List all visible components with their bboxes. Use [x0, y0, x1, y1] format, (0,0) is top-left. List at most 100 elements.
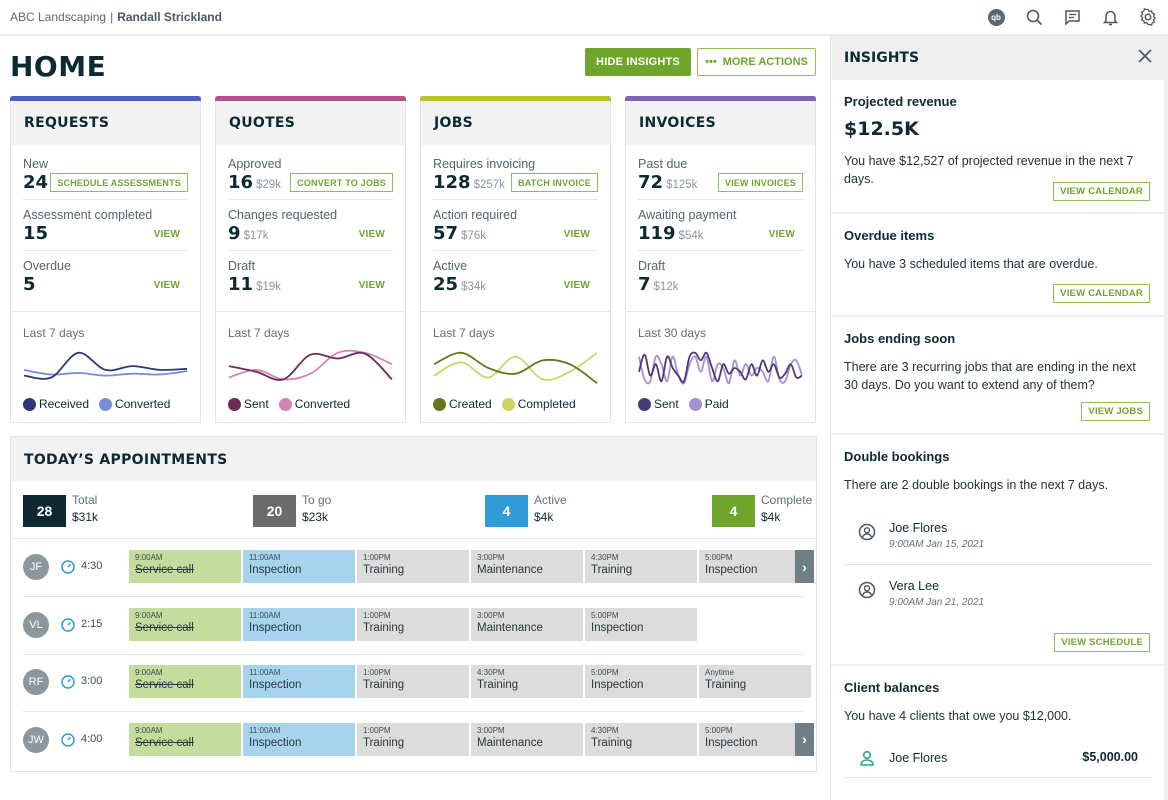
stat-active[interactable]: 4 Active $4k	[485, 493, 567, 527]
view-calendar-button[interactable]: VIEW CALENDAR	[1053, 182, 1150, 201]
appointment-slot[interactable]: 1:00PM Training	[357, 665, 469, 698]
appointment-slot[interactable]: 4:30PM Training	[585, 722, 697, 756]
close-icon[interactable]	[1136, 47, 1154, 65]
stat-label: Assessment completed	[23, 208, 153, 222]
slot-name: Maintenance	[477, 736, 543, 749]
stat-count[interactable]: 24	[23, 172, 48, 193]
hide-insights-button[interactable]: HIDE INSIGHTS	[585, 48, 691, 76]
stat-label: Action required	[433, 208, 518, 222]
appointment-slot[interactable]: 9:00AM Service call	[129, 607, 241, 641]
card-title[interactable]: REQUESTS	[24, 115, 109, 131]
card-invoices: INVOICES Past due 72 $125k VIEW INVOICES A…	[625, 96, 816, 423]
view-jobs-button[interactable]: VIEW JOBS	[1081, 402, 1150, 421]
avatar[interactable]: JW	[23, 726, 49, 753]
user-circle-icon	[858, 523, 876, 541]
appointment-slot[interactable]: 5:00PM Inspection	[585, 607, 697, 641]
stat-count-badge: 20	[253, 495, 296, 527]
view-link[interactable]: VIEW	[154, 280, 180, 291]
appointment-slots: 9:00AM Service call 11:00AM Inspection 1…	[129, 607, 697, 641]
avatar[interactable]: RF	[23, 669, 49, 695]
user-name[interactable]: Randall Strickland	[117, 10, 222, 24]
double-booking-item[interactable]: Vera Lee 9:00AM Jan 21, 2021	[844, 567, 1152, 623]
appointment-slot[interactable]: 9:00AM Service call	[129, 550, 241, 583]
quickbooks-icon[interactable]: qb	[986, 6, 1006, 28]
view-calendar-overdue-button[interactable]: VIEW CALENDAR	[1053, 284, 1150, 303]
appointment-slot[interactable]: 11:00AM Inspection	[243, 550, 355, 583]
appointment-slot[interactable]: 9:00AM Service call	[129, 722, 241, 756]
next-appointments-button[interactable]: ›	[795, 722, 814, 756]
appointment-slot[interactable]: 1:00PM Training	[357, 607, 469, 641]
stat-count[interactable]: 57 $76k	[433, 223, 486, 244]
client-balance-row[interactable]: Joe Flores $5,000.00	[844, 738, 1152, 778]
legend-swatch	[433, 397, 446, 411]
appointment-slot[interactable]: 11:00AM Inspection	[243, 665, 355, 698]
stat-count[interactable]: 16 $29k	[228, 172, 281, 193]
stat-total[interactable]: 28 Total $31k	[23, 493, 99, 527]
schedule-assessments-button[interactable]: SCHEDULE ASSESSMENTS	[50, 173, 188, 192]
appointment-slot[interactable]: 3:00PM Maintenance	[471, 550, 583, 583]
avatar[interactable]: VL	[23, 611, 49, 638]
card-title[interactable]: INVOICES	[639, 115, 716, 131]
view-link[interactable]: VIEW	[564, 280, 590, 291]
stat-amount: $257k	[473, 179, 505, 191]
appointment-slot[interactable]: 9:00AM Service call	[129, 665, 241, 698]
stat-count[interactable]: 128 $257k	[433, 172, 505, 193]
appointment-slot[interactable]: 11:00AM Inspection	[243, 607, 355, 641]
stat-label: Total	[72, 493, 98, 507]
search-icon[interactable]	[1024, 6, 1044, 28]
avatar[interactable]: JF	[23, 554, 49, 580]
stat-to-go[interactable]: 20 To go $23k	[253, 493, 331, 527]
settings-icon[interactable]	[1138, 6, 1158, 28]
appointment-row: RF 3:00 9:00AM Service call 11:00AM Insp…	[23, 655, 811, 712]
appointment-slot[interactable]: Anytime Training	[699, 665, 811, 698]
appointment-slot[interactable]: 5:00PM Inspection	[585, 665, 697, 698]
stat-count[interactable]: 25 $34k	[433, 274, 486, 295]
more-actions-button[interactable]: ••• MORE ACTIONS	[697, 48, 816, 76]
appointment-slot[interactable]: 4:30PM Training	[585, 550, 697, 583]
appointment-slot[interactable]: 11:00AM Inspection	[243, 722, 355, 756]
stat-count-value: 128	[433, 172, 471, 193]
slot-name: Inspection	[591, 621, 644, 634]
card-title[interactable]: JOBS	[434, 115, 473, 131]
legend-item: Sent	[638, 397, 679, 411]
stat-count[interactable]: 15	[23, 223, 48, 244]
notifications-icon[interactable]	[1100, 6, 1120, 28]
clock-icon	[61, 732, 75, 747]
view-link[interactable]: VIEW	[564, 229, 590, 240]
view-link[interactable]: VIEW	[359, 229, 385, 240]
slot-time: 9:00AM	[135, 725, 163, 735]
appointment-slot[interactable]: 1:00PM Training	[357, 722, 469, 756]
legend-label: Converted	[115, 397, 171, 411]
card-title[interactable]: QUOTES	[229, 115, 295, 131]
jobs-ending-text: There are 3 recurring jobs that are endi…	[844, 360, 1136, 392]
appointment-slot[interactable]: 3:00PM Maintenance	[471, 722, 583, 756]
stat-count[interactable]: 7 $12k	[638, 274, 678, 295]
batch-invoice-button[interactable]: BATCH INVOICE	[511, 173, 598, 192]
slot-name: Inspection	[705, 736, 758, 749]
insights-header: INSIGHTS	[831, 36, 1168, 80]
convert-to-jobs-button[interactable]: CONVERT TO JOBS	[290, 173, 393, 192]
next-appointments-button[interactable]: ›	[795, 550, 814, 583]
view-link[interactable]: VIEW	[359, 280, 385, 291]
card-requests: REQUESTS New 24 SCHEDULE ASSESSMENTS Asse…	[10, 96, 201, 423]
legend-label: Paid	[704, 397, 729, 411]
view-link[interactable]: VIEW	[154, 229, 180, 240]
view-invoices-button[interactable]: VIEW INVOICES	[717, 173, 803, 192]
appointment-slot[interactable]: 4:30PM Training	[471, 665, 583, 698]
stat-count[interactable]: 5	[23, 274, 36, 295]
company-name[interactable]: ABC Landscaping	[10, 10, 106, 24]
stat-count[interactable]: 72 $125k	[638, 172, 697, 193]
slot-name: Training	[477, 679, 519, 691]
view-link[interactable]: VIEW	[769, 229, 795, 240]
double-booking-item[interactable]: Joe Flores 9:00AM Jan 15, 2021	[844, 509, 1152, 565]
stat-count[interactable]: 119 $54k	[638, 223, 704, 244]
stat-count[interactable]: 11 $19k	[228, 274, 281, 295]
messages-icon[interactable]	[1062, 6, 1082, 28]
appointment-slot[interactable]: 3:00PM Maintenance	[471, 607, 583, 641]
appointment-slot[interactable]: 1:00PM Training	[357, 550, 469, 583]
appointments-header: TODAY’S APPOINTMENTS	[11, 437, 816, 481]
view-schedule-button[interactable]: VIEW SCHEDULE	[1054, 633, 1150, 652]
stat-complete[interactable]: 4 Complete $4k	[712, 493, 812, 527]
stat-value: $31k	[72, 510, 99, 524]
stat-count[interactable]: 9 $17k	[228, 223, 268, 244]
